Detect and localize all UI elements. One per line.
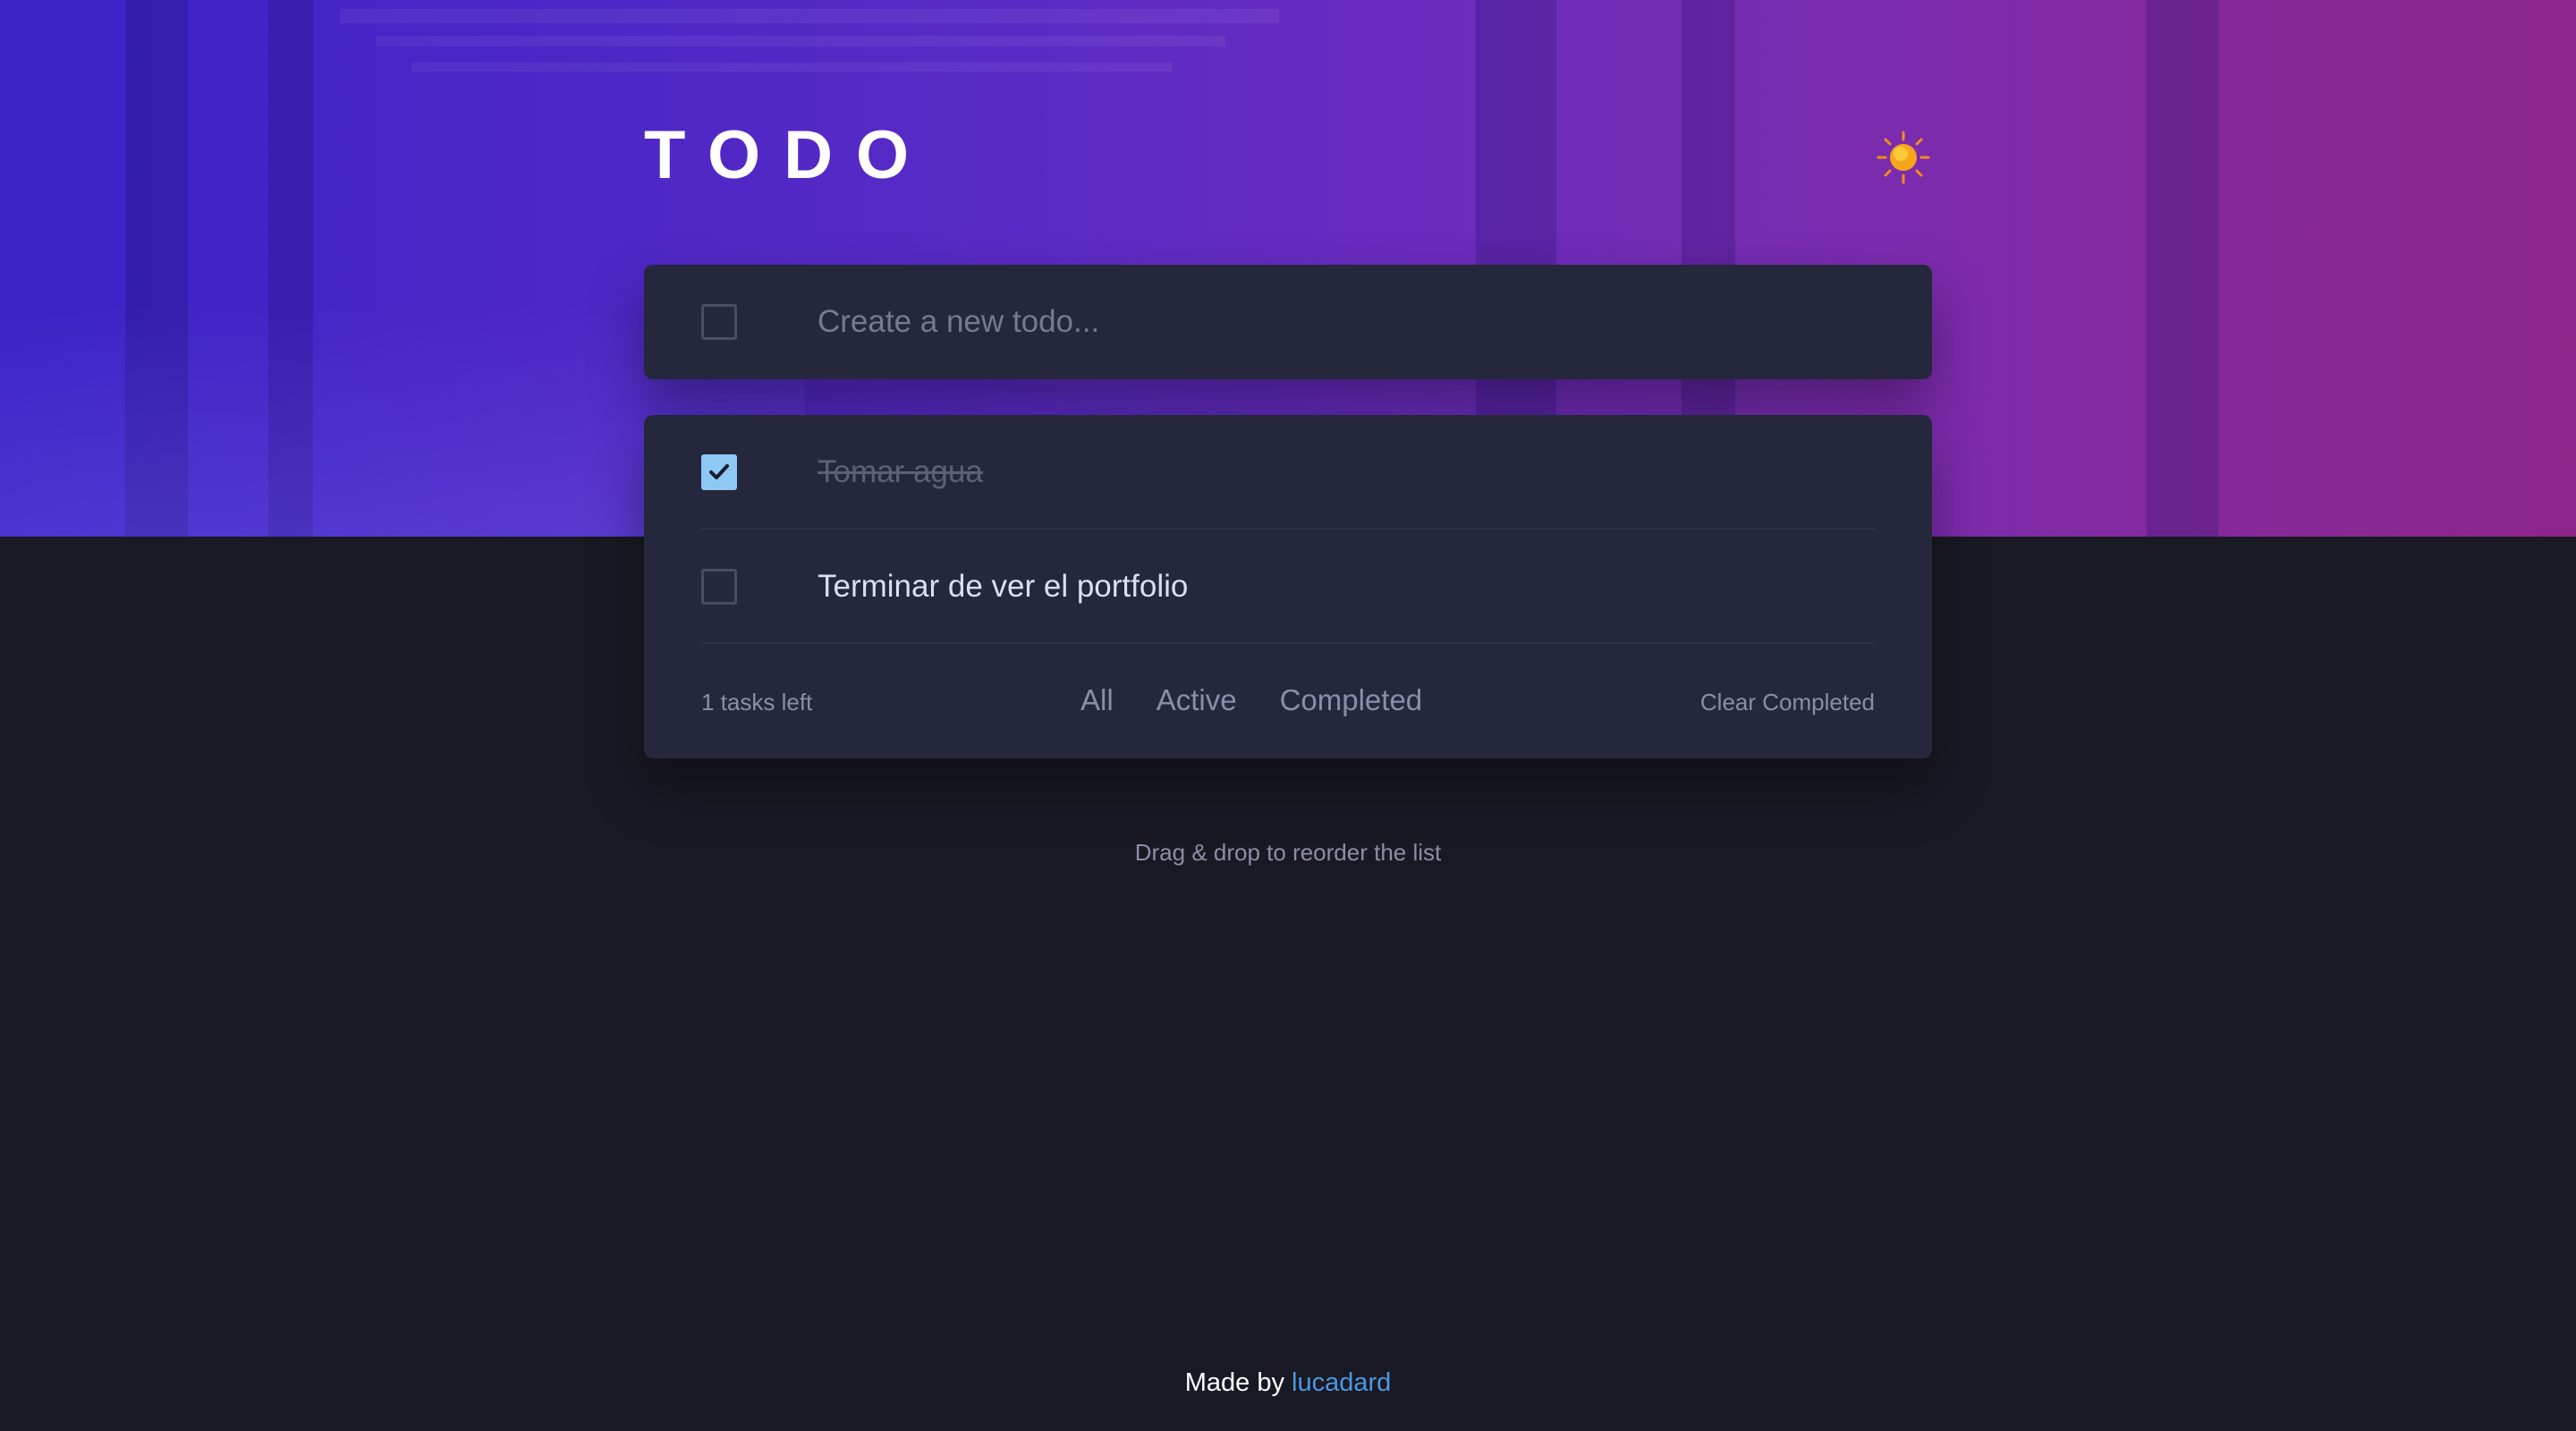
check-icon (709, 464, 729, 479)
tasks-left-count: 1 tasks left (701, 689, 813, 716)
todo-checkbox[interactable] (701, 454, 737, 490)
filter-group: All Active Completed (1080, 683, 1422, 717)
credit-prefix: Made by (1184, 1368, 1284, 1397)
app-title: TODO (644, 117, 933, 193)
todo-text: Tomar agua (818, 454, 983, 489)
drag-drop-hint: Drag & drop to reorder the list (1134, 839, 1442, 866)
todo-item[interactable]: Tomar agua (644, 415, 1932, 529)
filter-all[interactable]: All (1080, 683, 1114, 717)
todo-text: Terminar de ver el portfolio (818, 569, 1189, 604)
filter-completed[interactable]: Completed (1280, 683, 1423, 717)
background-beam (376, 36, 1225, 47)
sun-icon (1877, 131, 1930, 184)
new-todo-input[interactable] (818, 265, 1873, 379)
todo-checkbox[interactable] (701, 569, 737, 605)
todo-list: Tomar agua Terminar de ver el portfolio … (644, 415, 1932, 758)
todo-item[interactable]: Terminar de ver el portfolio (644, 529, 1932, 644)
background-beam (411, 63, 1172, 72)
author-link[interactable]: lucadard (1292, 1368, 1391, 1397)
credit: Made by lucadard (0, 1368, 2576, 1398)
list-footer: 1 tasks left All Active Completed Clear … (644, 644, 1932, 758)
filter-active[interactable]: Active (1157, 683, 1237, 717)
background-pillar (2147, 0, 2218, 537)
clear-completed-button[interactable]: Clear Completed (1700, 689, 1875, 716)
background-beam (340, 9, 1279, 23)
theme-toggle-button[interactable] (1875, 129, 1932, 186)
new-todo-checkbox[interactable] (701, 304, 737, 340)
new-todo-bar (644, 265, 1932, 379)
